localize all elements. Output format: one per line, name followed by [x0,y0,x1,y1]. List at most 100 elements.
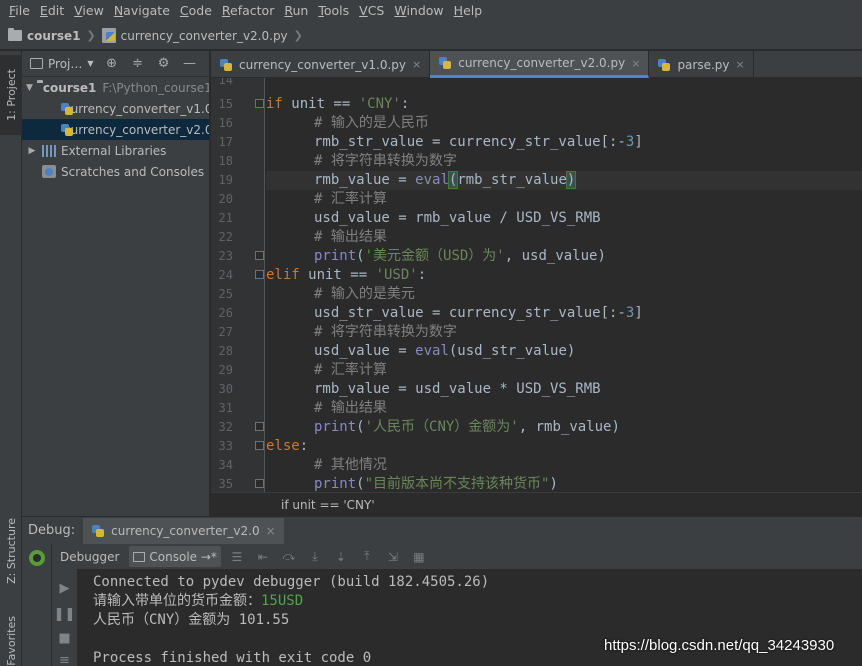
line-number: 22 [218,230,233,244]
line-number: 27 [218,325,233,339]
step-out-icon[interactable]: ⤒ [357,548,377,566]
code-line-31: # 输出结果 [314,400,387,416]
line-number: 23 [218,249,233,263]
step-over-icon[interactable]: ⤼ [279,548,299,566]
code-line-15: if unit == 'CNY': [266,96,410,112]
console-line: 请输入带单位的货币金额：15USD [93,593,304,609]
fold-marker-icon[interactable] [255,270,264,279]
code-line-28: usd_value = eval(usd_str_value) [314,343,576,359]
hide-icon[interactable]: — [182,56,198,71]
editor-tab-label: currency_converter_v1.0.py [239,57,406,72]
line-number: 21 [218,211,233,225]
line-number: 34 [218,458,233,472]
menu-edit[interactable]: Edit [35,0,69,22]
tree-item-scratches[interactable]: Scratches and Consoles [22,161,209,182]
close-icon[interactable]: × [412,58,421,71]
tab-debugger[interactable]: Debugger [56,546,123,567]
folder-icon [8,28,22,41]
fold-marker-icon[interactable] [255,99,264,108]
stop-icon[interactable]: ■ [52,631,77,646]
tool-tab-favorites[interactable]: Favorites [0,611,22,666]
line-number: 28 [218,344,233,358]
code-line-23: print('美元金额（USD）为', usd_value) [314,248,606,264]
menu-vcs[interactable]: VCS [354,0,389,22]
tree-item-external-libraries[interactable]: ▶ External Libraries [22,140,209,161]
editor-tab-v2[interactable]: currency_converter_v2.0.py × [430,51,650,78]
code-line-33: else: [266,438,309,454]
menu-code[interactable]: Code [175,0,217,22]
python-file-icon [438,56,452,70]
locate-icon[interactable]: ⊕ [104,56,120,71]
code-line-30: rmb_value = usd_value * USD_VS_RMB [314,381,601,397]
code-line-35: print("目前版本尚不支持该种货币") [314,476,558,492]
left-tool-strip: 1: Project Z: Structure Favorites [0,51,22,666]
line-number: 31 [218,401,233,415]
editor-tab-v1[interactable]: currency_converter_v1.0.py × [211,51,431,78]
close-icon[interactable]: × [736,58,745,71]
menu-view[interactable]: View [69,0,109,22]
line-number: 30 [218,382,233,396]
expand-arrow-icon[interactable]: ▶ [26,146,38,156]
code-editor[interactable]: if unit == 'CNY': # 输入的是人民币 rmb_str_valu… [266,78,862,492]
code-line-32: print('人民币（CNY）金额为', rmb_value) [314,419,620,435]
tool-tab-project[interactable]: 1: Project [0,55,22,135]
expand-arrow-icon[interactable]: ▼ [26,83,33,93]
fold-marker-icon[interactable] [255,441,264,450]
code-line-16: # 输入的是人民币 [314,115,429,131]
fold-marker-icon[interactable] [255,479,264,488]
navigation-bar: course1 ❯ currency_converter_v2.0.py ❯ [0,22,862,50]
run-to-cursor-icon[interactable]: ⇲ [383,548,403,566]
close-icon[interactable]: × [266,524,276,538]
step-into-my-code-icon[interactable]: ⇣ [331,548,351,566]
menu-refactor[interactable]: Refactor [217,0,279,22]
line-number: 20 [218,192,233,206]
line-number: 33 [218,439,233,453]
nav-crumb-file[interactable]: currency_converter_v2.0.py [101,28,288,43]
tab-console[interactable]: Console →* [129,546,221,567]
menu-run[interactable]: Run [279,0,313,22]
menu-help[interactable]: Help [449,0,488,22]
close-icon[interactable]: × [631,57,640,70]
view-breakpoints-icon[interactable]: ≡ [52,653,77,666]
code-line-29: # 汇率计算 [314,362,387,378]
line-number: 15 [218,97,233,111]
evaluate-expression-icon[interactable]: ▦ [409,548,429,566]
tool-tab-structure-label: Z: Structure [4,518,18,584]
editor-tab-label: currency_converter_v2.0.py [458,56,626,70]
python-file-icon [219,58,233,72]
menu-tools[interactable]: Tools [313,0,354,22]
library-icon [42,144,56,157]
tree-item-course1[interactable]: ▼ course1 F:\Python_course1 [22,77,209,98]
gear-icon[interactable]: ⚙ [156,56,172,71]
resume-icon[interactable]: ▶ [52,581,77,596]
fold-marker-icon[interactable] [255,251,264,260]
debug-controls-toolbar: ▶ ❚❚ ■ ≡ [52,569,78,666]
pause-icon[interactable]: ❚❚ [52,607,77,622]
line-number: 17 [218,135,233,149]
collapse-all-icon[interactable]: ≑ [130,56,146,71]
line-number: 24 [218,268,233,282]
menu-navigate[interactable]: Navigate [109,0,175,22]
project-view-selector[interactable]: Proj… ▼ [30,57,94,71]
menu-icon[interactable]: ☰ [227,548,247,566]
bug-icon[interactable] [22,550,51,570]
project-view-label: Proj… [48,56,83,71]
show-execution-point-icon[interactable]: ⇤ [253,548,273,566]
tree-item-file-v2[interactable]: currency_converter_v2.0.py [22,119,209,140]
project-panel: Proj… ▼ ⊕ ≑ ⚙ — ▼ course1 F:\Python_cour… [22,51,210,516]
menu-window[interactable]: Window [389,0,448,22]
nav-crumb-project[interactable]: course1 [8,28,80,43]
line-number: 16 [218,116,233,130]
tree-item-file-v1[interactable]: currency_converter_v1.0.py [22,98,209,119]
editor-tab-parse[interactable]: parse.py × [649,51,754,78]
step-into-icon[interactable]: ⤓ [305,548,325,566]
code-line-22: # 输出结果 [314,229,387,245]
menu-file[interactable]: File [4,0,35,22]
watermark: https://blog.csdn.net/qq_34243930 [604,637,835,654]
breadcrumb-item[interactable]: if unit == 'CNY' [281,498,375,512]
debug-session-tab[interactable]: currency_converter_v2.0 × [83,517,284,544]
tree-item-label: External Libraries [61,143,167,158]
fold-marker-icon[interactable] [255,422,264,431]
tool-tab-structure[interactable]: Z: Structure [0,511,22,591]
window-icon [30,58,43,69]
